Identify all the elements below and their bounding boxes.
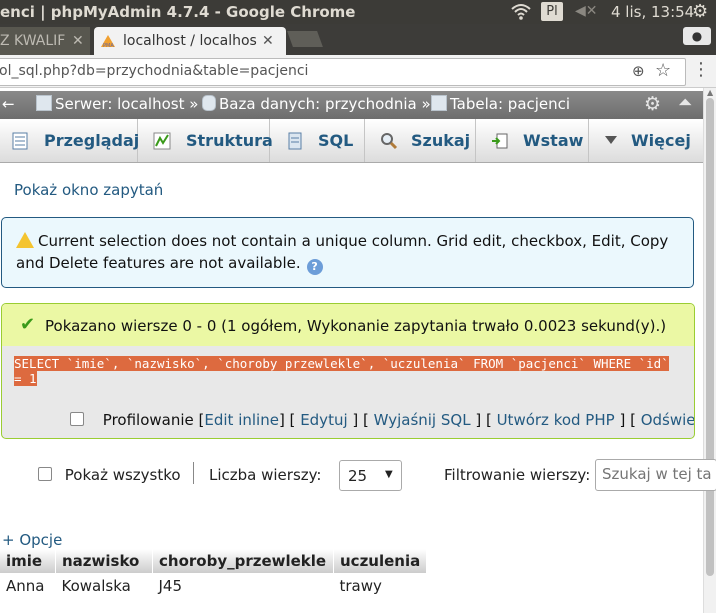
scroll-up-icon[interactable]: ▲ <box>707 88 713 97</box>
edit-inline-link[interactable]: Edit inline <box>204 411 279 429</box>
breadcrumb-database[interactable]: Baza danych: przychodnia » <box>202 95 431 113</box>
bookmark-star-icon[interactable]: ☆ <box>655 60 671 81</box>
rows-count-value: 25 <box>348 467 368 485</box>
sql-query-display[interactable]: SELECT `imie`, `nazwisko`, `choroby prze… <box>14 356 682 386</box>
column-header[interactable]: choroby_przewlekle <box>152 549 334 573</box>
structure-icon <box>153 132 171 150</box>
show-all-label: Pokaż wszystko <box>64 466 181 484</box>
settings-gear-icon[interactable]: ⚙ <box>644 93 661 115</box>
help-icon[interactable]: ? <box>306 259 323 275</box>
explain-sql-link[interactable]: Wyjaśnij SQL <box>374 411 471 429</box>
table-icon <box>431 95 447 111</box>
query-actions: Profilowanie [Edit inline] [ Edytuj ] [ … <box>70 411 694 429</box>
checkmark-icon: ✔ <box>20 314 36 335</box>
clock[interactable]: 4 lis, 13:54 <box>611 3 694 21</box>
zoom-icon[interactable]: ⊕ <box>632 62 645 80</box>
filter-rows-field <box>595 459 716 491</box>
table-row: Anna Kowalska J45 trawy <box>0 573 427 599</box>
show-query-box-link[interactable]: Pokaż okno zapytań <box>14 181 163 199</box>
browser-tab-label: Z KWALIF <box>0 33 66 49</box>
collapse-icon[interactable]: ⏶ <box>678 92 692 113</box>
close-icon[interactable]: ✕ <box>262 27 274 55</box>
table-cell: trawy <box>333 573 427 599</box>
os-top-bar: enci | phpMyAdmin 4.7.4 - Google Chrome … <box>0 0 716 24</box>
profiling-checkbox[interactable] <box>70 412 84 426</box>
success-message-bar: ✔ Pokazano wiersze 0 - 0 (1 ogółem, Wyko… <box>2 304 694 346</box>
tab-search[interactable]: Szukaj <box>364 119 476 162</box>
scrollbar-thumb[interactable] <box>706 98 714 576</box>
table-header-row: imie nazwisko choroby_przewlekle uczulen… <box>0 549 428 573</box>
phpmyadmin-favicon-icon: PMA <box>101 35 115 48</box>
filter-rows-label: Filtrowanie wierszy: <box>444 466 591 484</box>
browser-tab-strip: Z KWALIF ✕ PMA localhost / localhos ✕ <box>0 24 716 55</box>
search-icon <box>381 133 398 150</box>
svg-text:PMA: PMA <box>103 43 114 48</box>
wifi-icon[interactable] <box>510 2 532 22</box>
table-cell: Anna <box>0 573 56 599</box>
profile-icon[interactable]: ● <box>683 27 711 45</box>
column-header[interactable]: imie <box>0 549 56 573</box>
create-php-code-link[interactable]: Utwórz kod PHP <box>497 411 615 429</box>
show-all-control: Pokaż wszystko <box>38 466 181 484</box>
volume-muted-icon[interactable]: ◀✕ <box>575 3 598 19</box>
url-text: ol_sql.php?db=przychodnia&table=pacjenci <box>0 63 309 79</box>
sql-icon <box>288 132 302 150</box>
warning-icon <box>16 232 34 248</box>
new-tab-button[interactable] <box>287 31 323 47</box>
column-header[interactable]: nazwisko <box>55 549 153 573</box>
browser-tab-active[interactable]: PMA localhost / localhos ✕ <box>94 27 286 55</box>
notice-text: Current selection does not contain a uni… <box>16 232 669 272</box>
browser-tab-label: localhost / localhos <box>123 33 257 49</box>
chevron-down-icon <box>605 136 617 144</box>
close-icon[interactable]: ✕ <box>72 27 84 55</box>
back-arrow-icon[interactable]: ← <box>2 95 15 113</box>
column-header[interactable]: uczulenia <box>333 549 428 573</box>
url-field[interactable]: ol_sql.php?db=przychodnia&table=pacjenci… <box>0 58 686 86</box>
table-cell: Kowalska <box>55 573 153 599</box>
query-result-box: ✔ Pokazano wiersze 0 - 0 (1 ogółem, Wyko… <box>1 303 695 439</box>
page-scrollbar[interactable]: ▲ <box>703 88 716 613</box>
results-table: imie nazwisko choroby_przewlekle uczulen… <box>0 549 428 599</box>
tab-structure[interactable]: Struktura <box>137 119 273 162</box>
tab-insert[interactable]: Wstaw <box>475 119 589 162</box>
tab-sql[interactable]: SQL <box>269 119 365 162</box>
insert-icon <box>492 133 508 149</box>
breadcrumb-table[interactable]: Tabela: pacjenci <box>431 95 570 113</box>
refresh-link[interactable]: Odśwież <box>641 411 694 429</box>
profiling-label: Profilowanie <box>102 411 194 429</box>
filter-rows-input[interactable] <box>596 460 716 488</box>
options-link[interactable]: + Opcje <box>2 531 62 549</box>
browser-tab-1[interactable]: Z KWALIF ✕ <box>0 27 90 55</box>
edit-link[interactable]: Edytuj <box>300 411 347 429</box>
breadcrumb: ← Serwer: localhost » Baza danych: przyc… <box>0 91 703 119</box>
server-icon <box>36 95 52 111</box>
system-gear-icon[interactable]: ⚙ <box>692 1 708 22</box>
show-all-checkbox[interactable] <box>38 467 52 481</box>
breadcrumb-server[interactable]: Serwer: localhost » <box>36 95 198 113</box>
address-bar: ol_sql.php?db=przychodnia&table=pacjenci… <box>0 55 716 88</box>
browser-menu-icon[interactable]: ⋮ <box>692 59 710 80</box>
table-cell: J45 <box>152 573 334 599</box>
tab-browse[interactable]: Przeglądaj <box>0 119 139 162</box>
rows-count-select[interactable]: 25 ▼ <box>339 460 402 491</box>
main-menu-tabs: Przeglądaj Struktura SQL Szukaj Wstaw Wi… <box>0 119 703 163</box>
rows-count-label: Liczba wierszy: <box>209 466 322 484</box>
notice-box: Current selection does not contain a uni… <box>1 217 694 288</box>
keyboard-layout-indicator[interactable]: Pl <box>541 2 563 21</box>
dropdown-arrow-icon: ▼ <box>385 469 393 480</box>
window-title: enci | phpMyAdmin 4.7.4 - Google Chrome <box>0 3 356 21</box>
success-message: Pokazano wiersze 0 - 0 (1 ogółem, Wykona… <box>45 317 667 335</box>
database-icon <box>202 95 216 111</box>
divider <box>193 462 194 484</box>
tab-more[interactable]: Więcej <box>588 119 703 162</box>
browse-icon <box>12 132 28 150</box>
